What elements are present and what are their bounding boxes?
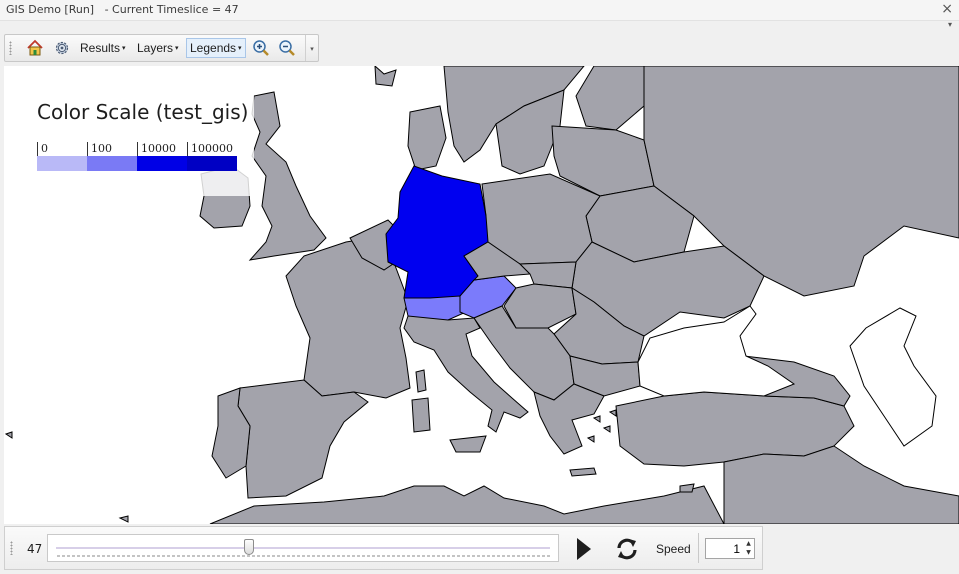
map-island — [602, 425, 611, 433]
legend-ticks: 0 100 10000 100000 — [37, 142, 237, 156]
map-region-spain — [237, 379, 369, 499]
close-icon[interactable]: × — [941, 1, 953, 17]
map-region-great-britain — [248, 91, 327, 261]
divider — [698, 533, 699, 563]
timeline-panel: 47 Speed ▲ ▼ — [4, 526, 763, 570]
map-island — [4, 431, 13, 439]
legends-dropdown[interactable]: Legends ▾ — [186, 38, 246, 58]
map-toolbar: Results ▾ Layers ▾ Legends ▾ ▾ — [4, 34, 319, 62]
layers-dropdown[interactable]: Layers ▾ — [137, 41, 179, 55]
window-menu-icon[interactable]: ▾ — [948, 20, 952, 29]
map-region-corsica — [415, 369, 427, 393]
window-titlebar: GIS Demo [Run] - Current Timeslice = 47 … — [0, 0, 959, 29]
legends-label: Legends — [190, 41, 237, 55]
toolbar-grip[interactable] — [9, 41, 12, 55]
map-region-sicily — [449, 435, 487, 453]
timeline-grip[interactable] — [10, 541, 13, 555]
speed-stepper[interactable]: ▲ ▼ — [705, 538, 755, 559]
play-icon[interactable] — [577, 538, 591, 560]
speed-up-icon[interactable]: ▲ — [744, 540, 753, 548]
legend-swatch-1 — [87, 156, 137, 171]
map-canvas[interactable]: Color Scale (test_gis) 0 100 10000 10000… — [4, 66, 959, 524]
map-caspian-sea — [849, 307, 937, 447]
color-scale-legend: Color Scale (test_gis) 0 100 10000 10000… — [22, 88, 254, 196]
legend-color-bar — [37, 156, 237, 171]
legend-title: Color Scale (test_gis) — [37, 100, 249, 124]
map-region-slovakia — [518, 261, 577, 289]
legend-tick-0: 0 — [37, 142, 48, 156]
slider-ticks — [56, 555, 550, 557]
home-icon[interactable] — [26, 39, 44, 57]
legends-caret-icon: ▾ — [238, 45, 242, 52]
results-dropdown[interactable]: Results ▾ — [80, 41, 126, 55]
timeslice-slider[interactable] — [47, 534, 559, 562]
window-title: GIS Demo [Run] - Current Timeslice = 47 — [6, 3, 239, 16]
slider-thumb[interactable] — [243, 539, 254, 555]
speed-label: Speed — [656, 542, 691, 556]
speed-down-icon[interactable]: ▼ — [744, 549, 753, 557]
zoom-out-icon[interactable] — [278, 39, 296, 57]
refresh-icon[interactable] — [614, 536, 640, 562]
legend-swatch-2 — [137, 156, 187, 171]
map-region-germany — [385, 165, 489, 299]
timeslice-value: 47 — [27, 542, 43, 556]
map-region-iceland — [374, 66, 397, 87]
map-region-crete — [569, 467, 597, 477]
map-region-sardinia — [411, 397, 431, 433]
map-region-cyprus — [679, 483, 695, 493]
legend-tick-2: 10000 — [137, 142, 176, 156]
map-region-middle-east — [723, 445, 959, 524]
map-island — [118, 515, 129, 523]
map-island — [586, 435, 595, 443]
layers-caret-icon: ▾ — [175, 45, 179, 52]
toolbar-overflow-icon[interactable]: ▾ — [305, 35, 318, 61]
legend-swatch-3 — [187, 156, 237, 171]
slider-track[interactable] — [56, 547, 550, 549]
legend-tick-3: 100000 — [187, 142, 233, 156]
legend-swatch-0 — [37, 156, 87, 171]
legend-tick-1: 100 — [87, 142, 112, 156]
results-label: Results — [80, 41, 121, 55]
speed-input[interactable] — [708, 541, 740, 556]
map-island — [608, 409, 617, 417]
map-region-hungary — [503, 283, 577, 329]
zoom-in-icon[interactable] — [252, 39, 270, 57]
map-region-finland — [575, 66, 645, 131]
map-island — [592, 415, 601, 423]
map-region-denmark — [407, 105, 447, 171]
results-caret-icon: ▾ — [122, 45, 126, 52]
layers-label: Layers — [137, 41, 174, 55]
gear-icon[interactable] — [53, 39, 71, 57]
